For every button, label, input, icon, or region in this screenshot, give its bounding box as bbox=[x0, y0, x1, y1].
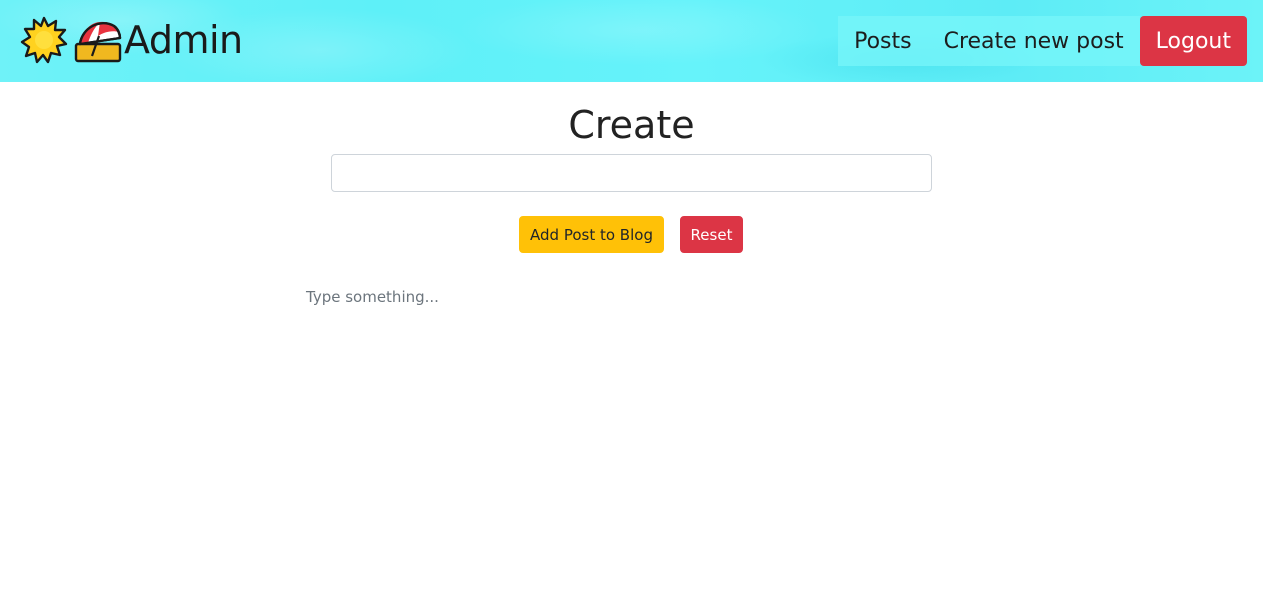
nav-links: Posts Create new post Logout bbox=[838, 16, 1247, 66]
action-buttons: Add Post to Blog Reset bbox=[0, 216, 1263, 253]
brand[interactable]: Admin bbox=[20, 16, 243, 64]
post-title-input[interactable] bbox=[331, 154, 932, 192]
add-post-button[interactable]: Add Post to Blog bbox=[519, 216, 664, 253]
page-title: Create bbox=[568, 103, 695, 147]
editor-placeholder: Type something... bbox=[306, 288, 439, 306]
brand-title: Admin bbox=[124, 18, 243, 62]
logout-button[interactable]: Logout bbox=[1139, 16, 1247, 66]
beach-umbrella-icon bbox=[74, 16, 122, 64]
top-navbar: Admin Posts Create new post Logout bbox=[0, 0, 1263, 82]
nav-link-create-new-post[interactable]: Create new post bbox=[927, 16, 1140, 66]
post-body-editor[interactable]: Type something... bbox=[306, 286, 956, 566]
nav-link-posts[interactable]: Posts bbox=[838, 16, 928, 66]
reset-button[interactable]: Reset bbox=[680, 216, 743, 253]
sun-icon bbox=[20, 16, 68, 64]
